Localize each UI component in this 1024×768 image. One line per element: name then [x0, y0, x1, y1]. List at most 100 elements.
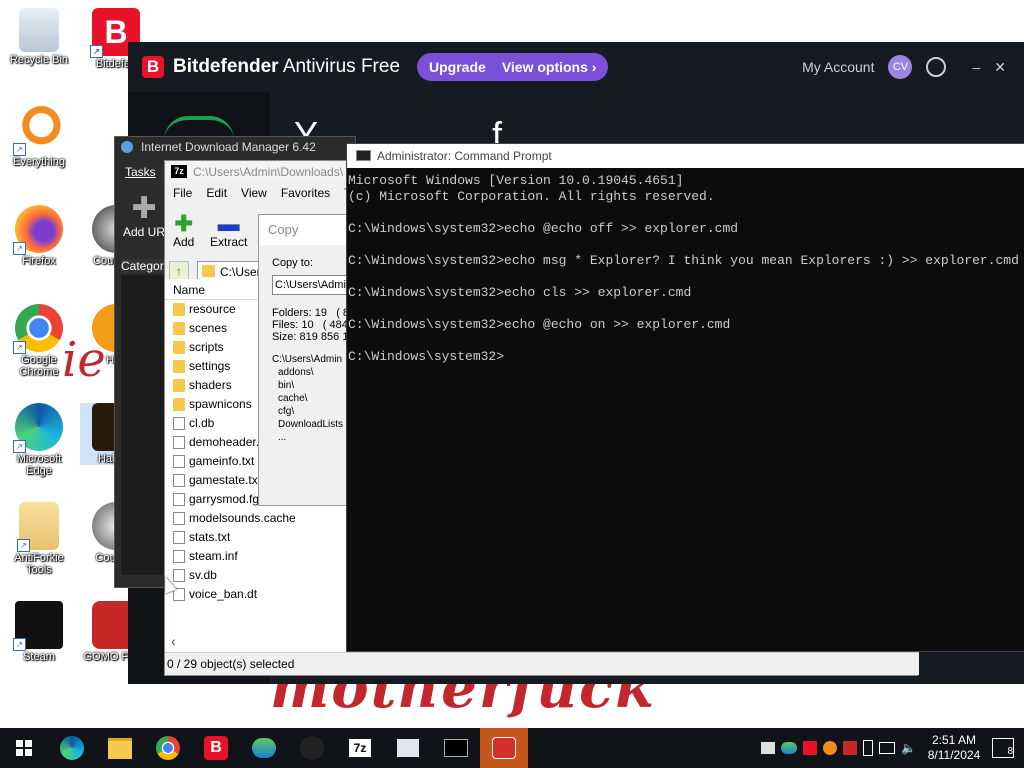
file-icon [173, 550, 185, 563]
tray-search-icon[interactable] [823, 741, 838, 755]
menu-favorites[interactable]: Favorites [281, 183, 330, 203]
my-account-link[interactable]: My Account [802, 59, 874, 75]
taskbar-bitdefender[interactable]: B [192, 728, 240, 768]
list-item[interactable]: voice_ban.dt [165, 585, 349, 604]
file-name: scenes [189, 321, 228, 335]
tray-bitdefender-icon[interactable] [803, 741, 818, 755]
idm-titlebar: Internet Download Manager 6.42 [115, 137, 355, 157]
tray-usb-icon[interactable] [863, 740, 874, 756]
upgrade-button[interactable]: Upgrade [429, 59, 486, 75]
menu-file[interactable]: File [173, 183, 192, 203]
clock[interactable]: 2:51 AM 8/11/2024 [922, 733, 986, 763]
bitdefender-icon: B [204, 736, 228, 760]
desktop-icon-firefox[interactable]: ↗ Firefox [3, 205, 75, 267]
taskbar-file-explorer[interactable] [96, 728, 144, 768]
command-prompt-window[interactable]: Administrator: Command Prompt Microsoft … [346, 143, 1024, 652]
bitdefender-header: B Bitdefender Antivirus Free Upgrade Vie… [128, 42, 1024, 92]
file-icon [173, 512, 185, 525]
taskbar-edge[interactable] [48, 728, 96, 768]
help-icon[interactable] [926, 57, 947, 77]
file-name: shaders [189, 378, 232, 392]
desktop-icon-recycle-bin[interactable]: Recycle Bin [3, 8, 75, 66]
idm-icon [252, 738, 276, 758]
notification-center-icon[interactable]: 8 [992, 738, 1014, 758]
up-folder-button[interactable]: ↑ [169, 261, 189, 281]
folder-icon [173, 322, 185, 335]
menu-view[interactable]: View [241, 183, 267, 203]
cmd-line: C:\Windows\system32>echo @echo on >> exp… [348, 317, 731, 332]
view-options-button[interactable]: View options › [502, 59, 597, 75]
add-button[interactable]: ✚ Add [173, 213, 194, 250]
minus-icon: ▬ [217, 211, 240, 236]
cmd-icon [444, 739, 468, 757]
folder-icon [108, 737, 132, 759]
recycle-bin-icon [19, 8, 59, 52]
taskbar-app-list[interactable] [384, 728, 432, 768]
desktop-icon-label: Everything [13, 156, 65, 168]
tray-volume-icon[interactable]: 🔈 [901, 741, 916, 755]
desktop-icon-microsoft-edge[interactable]: ↗ Microsoft Edge [3, 403, 75, 477]
tray-idm-icon[interactable] [781, 742, 798, 754]
cmd-line [348, 301, 1024, 317]
cmd-line: C:\Windows\system32>echo cls >> explorer… [348, 285, 692, 300]
size-value: Size: 819 856 1 [272, 331, 349, 343]
taskbar-idm[interactable] [240, 728, 288, 768]
taskbar-7zip[interactable]: 7z [336, 728, 384, 768]
copy-to-label: Copy to: [272, 257, 313, 269]
file-name: scripts [189, 340, 224, 354]
tray-network-icon[interactable] [879, 742, 896, 754]
copy-to-field[interactable]: C:\Users\Admin [272, 275, 351, 295]
avatar[interactable]: CV [888, 55, 913, 79]
cmd-output[interactable]: Microsoft Windows [Version 10.0.19045.46… [347, 168, 1024, 365]
cmd-line: (c) Microsoft Corporation. All rights re… [348, 189, 715, 204]
file-name: demoheader.t [189, 435, 263, 449]
desktop-icon-label: Microsoft Edge [16, 453, 62, 477]
folders-count: Folders: 19 ( 8 [272, 307, 350, 319]
list-item[interactable]: stats.txt [165, 528, 349, 547]
windows-logo-icon [16, 740, 32, 756]
menu-edit[interactable]: Edit [206, 183, 227, 203]
file-name: stats.txt [189, 530, 231, 544]
bitdefender-logo-icon: B [142, 56, 164, 78]
folder-icon [173, 341, 185, 354]
desktop-icon-antiforkie-tools[interactable]: ↗ AntiForkie Tools [3, 502, 75, 576]
files-count: Files: 10 ( 484 [272, 319, 348, 331]
cmd-titlebar: Administrator: Command Prompt [347, 144, 1024, 168]
cmd-line: C:\Windows\system32>echo @echo off >> ex… [348, 221, 739, 236]
list-item[interactable]: sv.db [165, 566, 349, 585]
file-name: gamestate.txt [189, 473, 262, 487]
bitdefender-title: Bitdefender Antivirus Free [173, 56, 401, 77]
file-icon [173, 531, 185, 544]
cmd-app-icon [356, 150, 371, 161]
desktop-icon-everything[interactable]: ↗ Everything [3, 106, 75, 168]
cmd-line [348, 333, 1024, 349]
list-item[interactable]: modelsounds.cache [165, 509, 349, 528]
start-button[interactable] [0, 728, 48, 768]
copy-dialog[interactable]: Copy Copy to: C:\Users\Admin Folders: 19… [258, 214, 352, 506]
minimize-button[interactable]: – [972, 59, 980, 75]
tray-shield-icon[interactable] [843, 741, 858, 755]
magnifier-icon: ↗ [13, 106, 63, 156]
taskbar-cmd[interactable] [432, 728, 480, 768]
folder-icon [173, 398, 185, 411]
extract-button[interactable]: ▬ Extract [210, 211, 247, 250]
sevenzip-app-icon: 7z [171, 165, 187, 178]
sevenzip-icon: 7z [349, 739, 371, 757]
folder-icon [202, 265, 215, 277]
desktop-icon-google-chrome[interactable]: ↗ Google Chrome [3, 304, 75, 378]
list-item[interactable]: steam.inf [165, 547, 349, 566]
desktop-icon-label: AntiForkie Tools [14, 552, 64, 576]
horizontal-scroll-left[interactable]: ‹ [171, 633, 176, 649]
folder-icon: ↗ [17, 502, 59, 552]
tray-app-icon[interactable] [761, 742, 776, 754]
close-button[interactable]: ✕ [994, 59, 1006, 76]
plus-icon: ✚ [131, 192, 157, 225]
taskbar-chrome[interactable] [144, 728, 192, 768]
file-name: sv.db [189, 568, 217, 582]
upgrade-pill[interactable]: Upgrade View options › [417, 53, 609, 81]
file-icon [173, 493, 185, 506]
add-url-button[interactable]: ✚ Add UR [123, 192, 165, 240]
taskbar-firewall[interactable] [480, 728, 528, 768]
desktop-icon-steam[interactable]: ↗ Steam [3, 601, 75, 663]
taskbar-steam[interactable] [288, 728, 336, 768]
